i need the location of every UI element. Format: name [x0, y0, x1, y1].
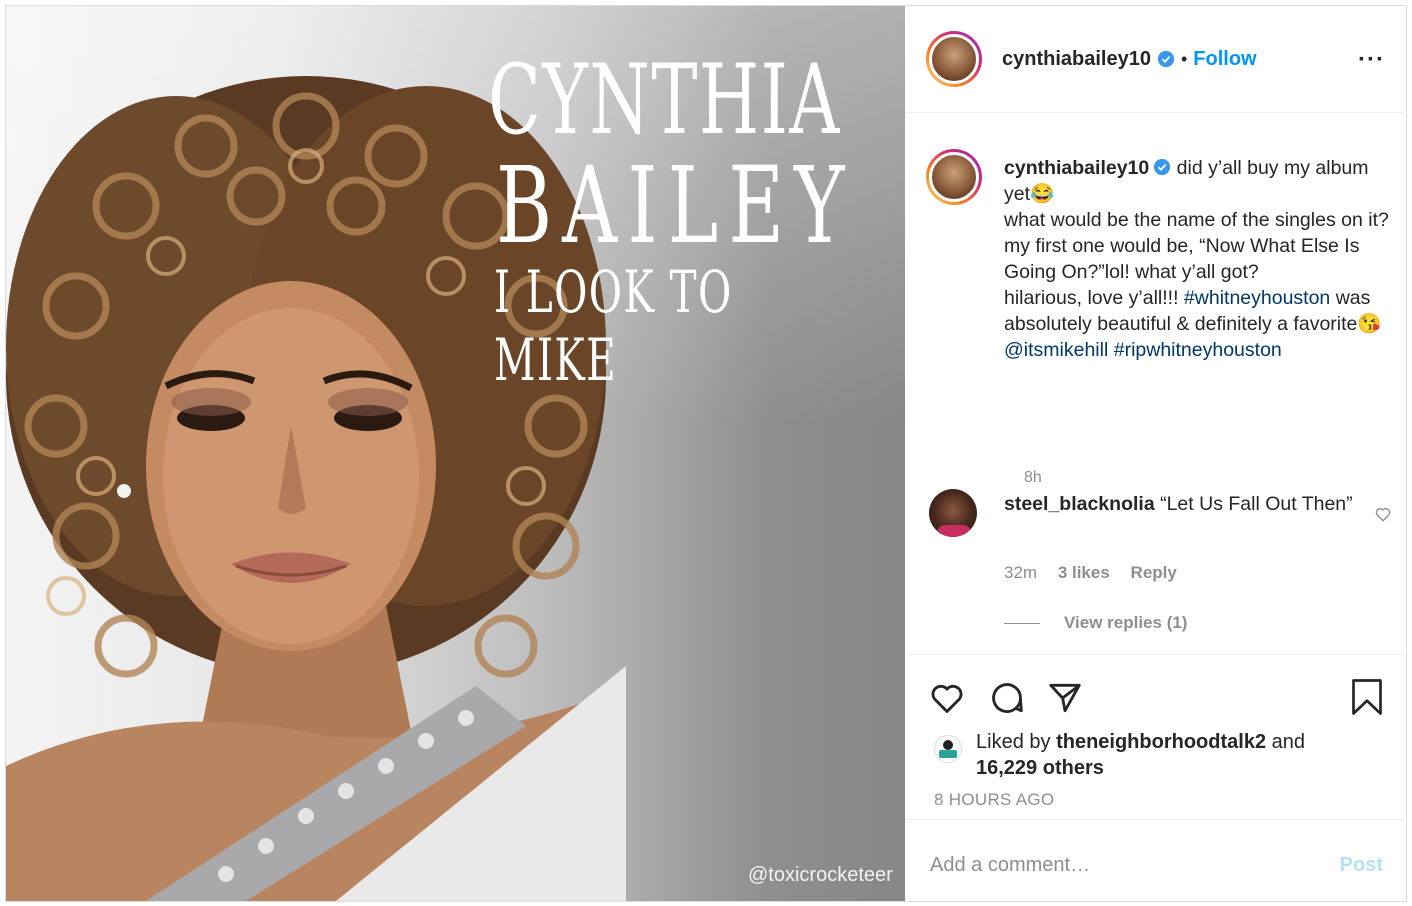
comment-like-heart-icon[interactable] — [1374, 505, 1392, 523]
image-watermark: @toxicrocketeer — [748, 864, 893, 886]
post-time-ago[interactable]: 8 HOURS AGO — [934, 790, 1054, 810]
liked-by-text: Liked by theneighborhoodtalk2 and 16,229… — [976, 729, 1305, 781]
post-comment-button[interactable]: Post — [1340, 854, 1383, 877]
caption-avatar[interactable] — [926, 149, 982, 205]
liked-by-username[interactable]: theneighborhoodtalk2 — [1056, 731, 1266, 753]
instagram-post: CYNTHIA BAILEY I LOOK TO MIKE @toxicrock… — [5, 5, 1407, 902]
like-heart-icon[interactable] — [928, 679, 966, 717]
comment-timestamp[interactable]: 32m — [1004, 563, 1037, 582]
post-header: cynthiabailey10 • Follow ··· — [906, 6, 1407, 113]
replies-divider — [1004, 622, 1040, 624]
follow-button[interactable]: Follow — [1193, 48, 1256, 71]
more-options-icon[interactable]: ··· — [1358, 46, 1385, 74]
comment-bubble-icon[interactable] — [988, 679, 1026, 717]
add-comment-input[interactable]: Add a comment… — [930, 854, 1090, 877]
likes-others-count[interactable]: 16,229 others — [976, 757, 1104, 779]
add-comment-bar: Add a comment… Post — [906, 819, 1407, 901]
post-side-panel: cynthiabailey10 • Follow ··· cynthiabail… — [906, 6, 1407, 901]
liked-by-prefix: Liked by — [976, 731, 1057, 753]
verified-badge-icon — [1154, 159, 1171, 176]
liker-avatar[interactable] — [934, 735, 962, 763]
author-username[interactable]: cynthiabailey10 — [1002, 48, 1151, 71]
mention-itsmikehill[interactable]: @itsmikehill — [1004, 339, 1108, 361]
comment-meta: 32m 3 likes Reply — [1004, 563, 1193, 583]
share-send-icon[interactable] — [1046, 679, 1084, 717]
hashtag-ripwhitneyhouston[interactable]: #ripwhitneyhouston — [1114, 339, 1282, 361]
comment-likes-count[interactable]: 3 likes — [1058, 563, 1110, 582]
view-replies-button[interactable]: View replies (1) — [1004, 613, 1187, 633]
verified-badge-icon — [1157, 50, 1175, 68]
header-separator: • — [1180, 48, 1188, 69]
post-image[interactable]: CYNTHIA BAILEY I LOOK TO MIKE @toxicrock… — [6, 6, 905, 901]
view-replies-label: View replies (1) — [1064, 613, 1188, 632]
hashtag-whitneyhouston[interactable]: #whitneyhouston — [1184, 287, 1330, 309]
cover-title-line3: I LOOK TO MIKE — [494, 258, 733, 394]
comment-reply-button[interactable]: Reply — [1131, 563, 1177, 582]
comment-text: steel_blacknolia “Let Us Fall Out Then” — [1004, 491, 1354, 517]
cover-title-line1: CYNTHIA — [488, 44, 841, 156]
caption-line3: hilarious, love y’all!!! — [1004, 287, 1184, 309]
post-actions: Liked by theneighborhoodtalk2 and 16,229… — [906, 654, 1407, 819]
author-avatar[interactable] — [926, 31, 982, 87]
cover-title-line2: BAILEY — [496, 144, 855, 267]
comments-section[interactable]: cynthiabailey10 did y’all buy my album y… — [906, 113, 1407, 654]
commenter-avatar[interactable] — [929, 489, 977, 537]
commenter-username[interactable]: steel_blacknolia — [1004, 493, 1155, 515]
liked-by-and: and — [1266, 731, 1305, 753]
caption-line2: what would be the name of the singles on… — [1004, 209, 1389, 283]
caption-username[interactable]: cynthiabailey10 — [1004, 157, 1149, 179]
comment-body: “Let Us Fall Out Then” — [1154, 493, 1353, 515]
caption-text: cynthiabailey10 did y’all buy my album y… — [1004, 155, 1390, 363]
bookmark-save-icon[interactable] — [1349, 677, 1385, 717]
caption-timestamp[interactable]: 8h — [1024, 469, 1042, 487]
